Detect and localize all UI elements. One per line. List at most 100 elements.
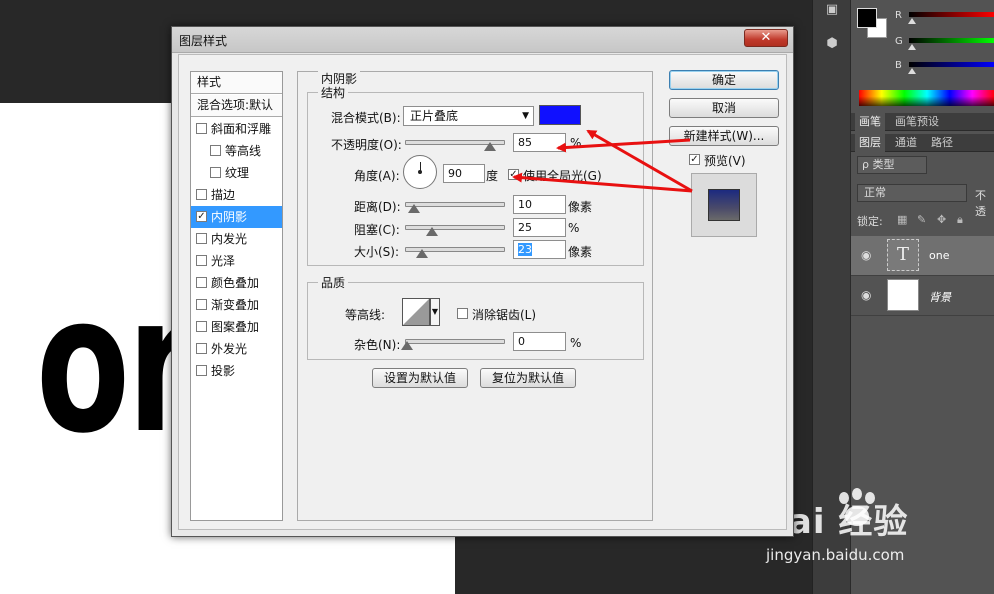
layer-name: 背景 [929,291,951,304]
size-value-selected: 23 [518,243,532,256]
angle-dial-center [418,170,422,174]
lock-all-icon[interactable]: 🔒︎ [957,213,963,227]
choke-slider-knob[interactable] [426,227,438,236]
style-item[interactable]: 图案叠加 [191,316,282,338]
choke-slider[interactable] [405,225,505,230]
layer-opacity-label: 不透 [975,189,986,218]
tab-channels[interactable]: 通道 [891,134,921,152]
g-slider[interactable] [909,38,994,43]
style-item-checkbox[interactable] [210,167,221,178]
shadow-color-swatch[interactable] [539,105,581,125]
visibility-eye-icon[interactable]: ◉ [861,288,871,302]
antialias-checkbox[interactable] [457,308,468,319]
history-icon[interactable]: ▣ [823,2,841,18]
b-label: B [895,60,902,71]
blend-mode-select[interactable]: 正片叠底 ▼ [403,106,534,126]
ok-button[interactable]: 确定 [669,70,779,90]
noise-label: 杂色(N): [354,338,401,352]
blend-options-item[interactable]: 混合选项:默认 [191,95,282,117]
style-item-checkbox[interactable] [210,145,221,156]
style-item[interactable]: 内发光 [191,228,282,250]
style-item-checkbox[interactable]: ✓ [196,211,207,222]
angle-dial[interactable] [403,155,437,189]
noise-slider[interactable] [405,339,505,344]
style-item-label: 外发光 [211,342,248,356]
cube-icon[interactable]: ⬢ [823,36,841,52]
dialog-titlebar[interactable]: 图层样式 ✕ [172,27,793,53]
style-item[interactable]: 斜面和浮雕 [191,118,282,140]
lock-brush-icon[interactable]: ✎ [917,213,926,226]
style-item[interactable]: 外发光 [191,338,282,360]
opacity-unit: % [570,136,582,150]
tab-brush[interactable]: 画笔 [855,113,885,131]
style-item[interactable]: 颜色叠加 [191,272,282,294]
layer-row-one[interactable]: ◉ T one [851,236,994,276]
style-item[interactable]: ✓ 内阴影 [191,206,282,228]
lock-move-icon[interactable]: ✥ [937,213,946,226]
preview-checkbox[interactable]: ✓ [689,154,700,165]
visibility-eye-icon[interactable]: ◉ [861,248,871,262]
g-slider-knob[interactable] [908,44,916,50]
r-slider[interactable] [909,12,994,17]
angle-input[interactable]: 90 [443,164,485,183]
cancel-button[interactable]: 取消 [669,98,779,118]
reset-default-button[interactable]: 复位为默认值 [480,368,576,388]
style-item-checkbox[interactable] [196,321,207,332]
set-default-button[interactable]: 设置为默认值 [372,368,468,388]
style-list-header[interactable]: 样式 [191,72,282,94]
noise-slider-knob[interactable] [401,341,413,350]
style-item[interactable]: 纹理 [191,162,282,184]
style-item-checkbox[interactable] [196,189,207,200]
noise-input[interactable]: 0 [513,332,566,351]
opacity-slider-knob[interactable] [484,142,496,151]
tab-paths[interactable]: 路径 [927,134,957,152]
blend-mode-value: 正片叠底 [410,109,459,123]
foreground-color-swatch[interactable] [857,8,877,28]
style-list: 样式 混合选项:默认 斜面和浮雕 等高线纹理描边 ✓ 内阴影内发光 光泽 颜色叠加 渐变叠加… [190,71,283,521]
style-item[interactable]: 投影 [191,360,282,382]
distance-slider[interactable] [405,202,505,207]
style-item[interactable]: 光泽 [191,250,282,272]
style-item-checkbox[interactable] [196,365,207,376]
b-slider[interactable] [909,62,994,67]
style-item-label: 纹理 [225,166,250,180]
style-item-label: 投影 [211,364,236,378]
distance-input[interactable]: 10 [513,195,566,214]
style-item-checkbox[interactable] [196,299,207,310]
new-style-button[interactable]: 新建样式(W)... [669,126,779,146]
choke-unit: % [568,221,580,235]
distance-slider-knob[interactable] [408,204,420,213]
style-item-checkbox[interactable] [196,277,207,288]
size-input[interactable]: 23 [513,240,566,259]
style-item-checkbox[interactable] [196,255,207,266]
opacity-input[interactable]: 85 [513,133,566,152]
layer-filter-select[interactable]: ρ 类型 [857,156,927,174]
style-item-label: 内阴影 [211,210,248,224]
angle-label: 角度(A): [354,169,400,183]
tab-brush-presets[interactable]: 画笔预设 [891,113,943,131]
distance-unit: 像素 [568,200,593,214]
choke-input[interactable]: 25 [513,218,566,237]
b-slider-knob[interactable] [908,68,916,74]
style-item-checkbox[interactable] [196,233,207,244]
r-slider-knob[interactable] [908,18,916,24]
lock-transparent-icon[interactable]: ▦ [897,213,907,226]
preview-thumbnail [691,173,757,237]
style-item[interactable]: 描边 [191,184,282,206]
style-item[interactable]: 等高线 [191,140,282,162]
contour-picker[interactable] [402,298,430,326]
contour-dropdown-chevron-icon[interactable]: ▼ [430,298,440,326]
structure-title: 结构 [318,84,349,101]
tab-layers[interactable]: 图层 [855,134,885,152]
global-light-label: 使用全局光(G) [523,169,602,183]
layer-blend-mode-select[interactable]: 正常 [857,184,967,202]
brush-tabs: 画笔 画笔预设 [851,113,994,131]
size-slider-knob[interactable] [416,249,428,258]
layer-row-background[interactable]: ◉ 背景 [851,276,994,316]
style-item[interactable]: 渐变叠加 [191,294,282,316]
close-button[interactable]: ✕ [744,29,788,47]
style-item-checkbox[interactable] [196,343,207,354]
color-spectrum[interactable] [859,90,994,106]
style-item-checkbox[interactable] [196,123,207,134]
global-light-checkbox[interactable]: ✓ [508,169,519,180]
